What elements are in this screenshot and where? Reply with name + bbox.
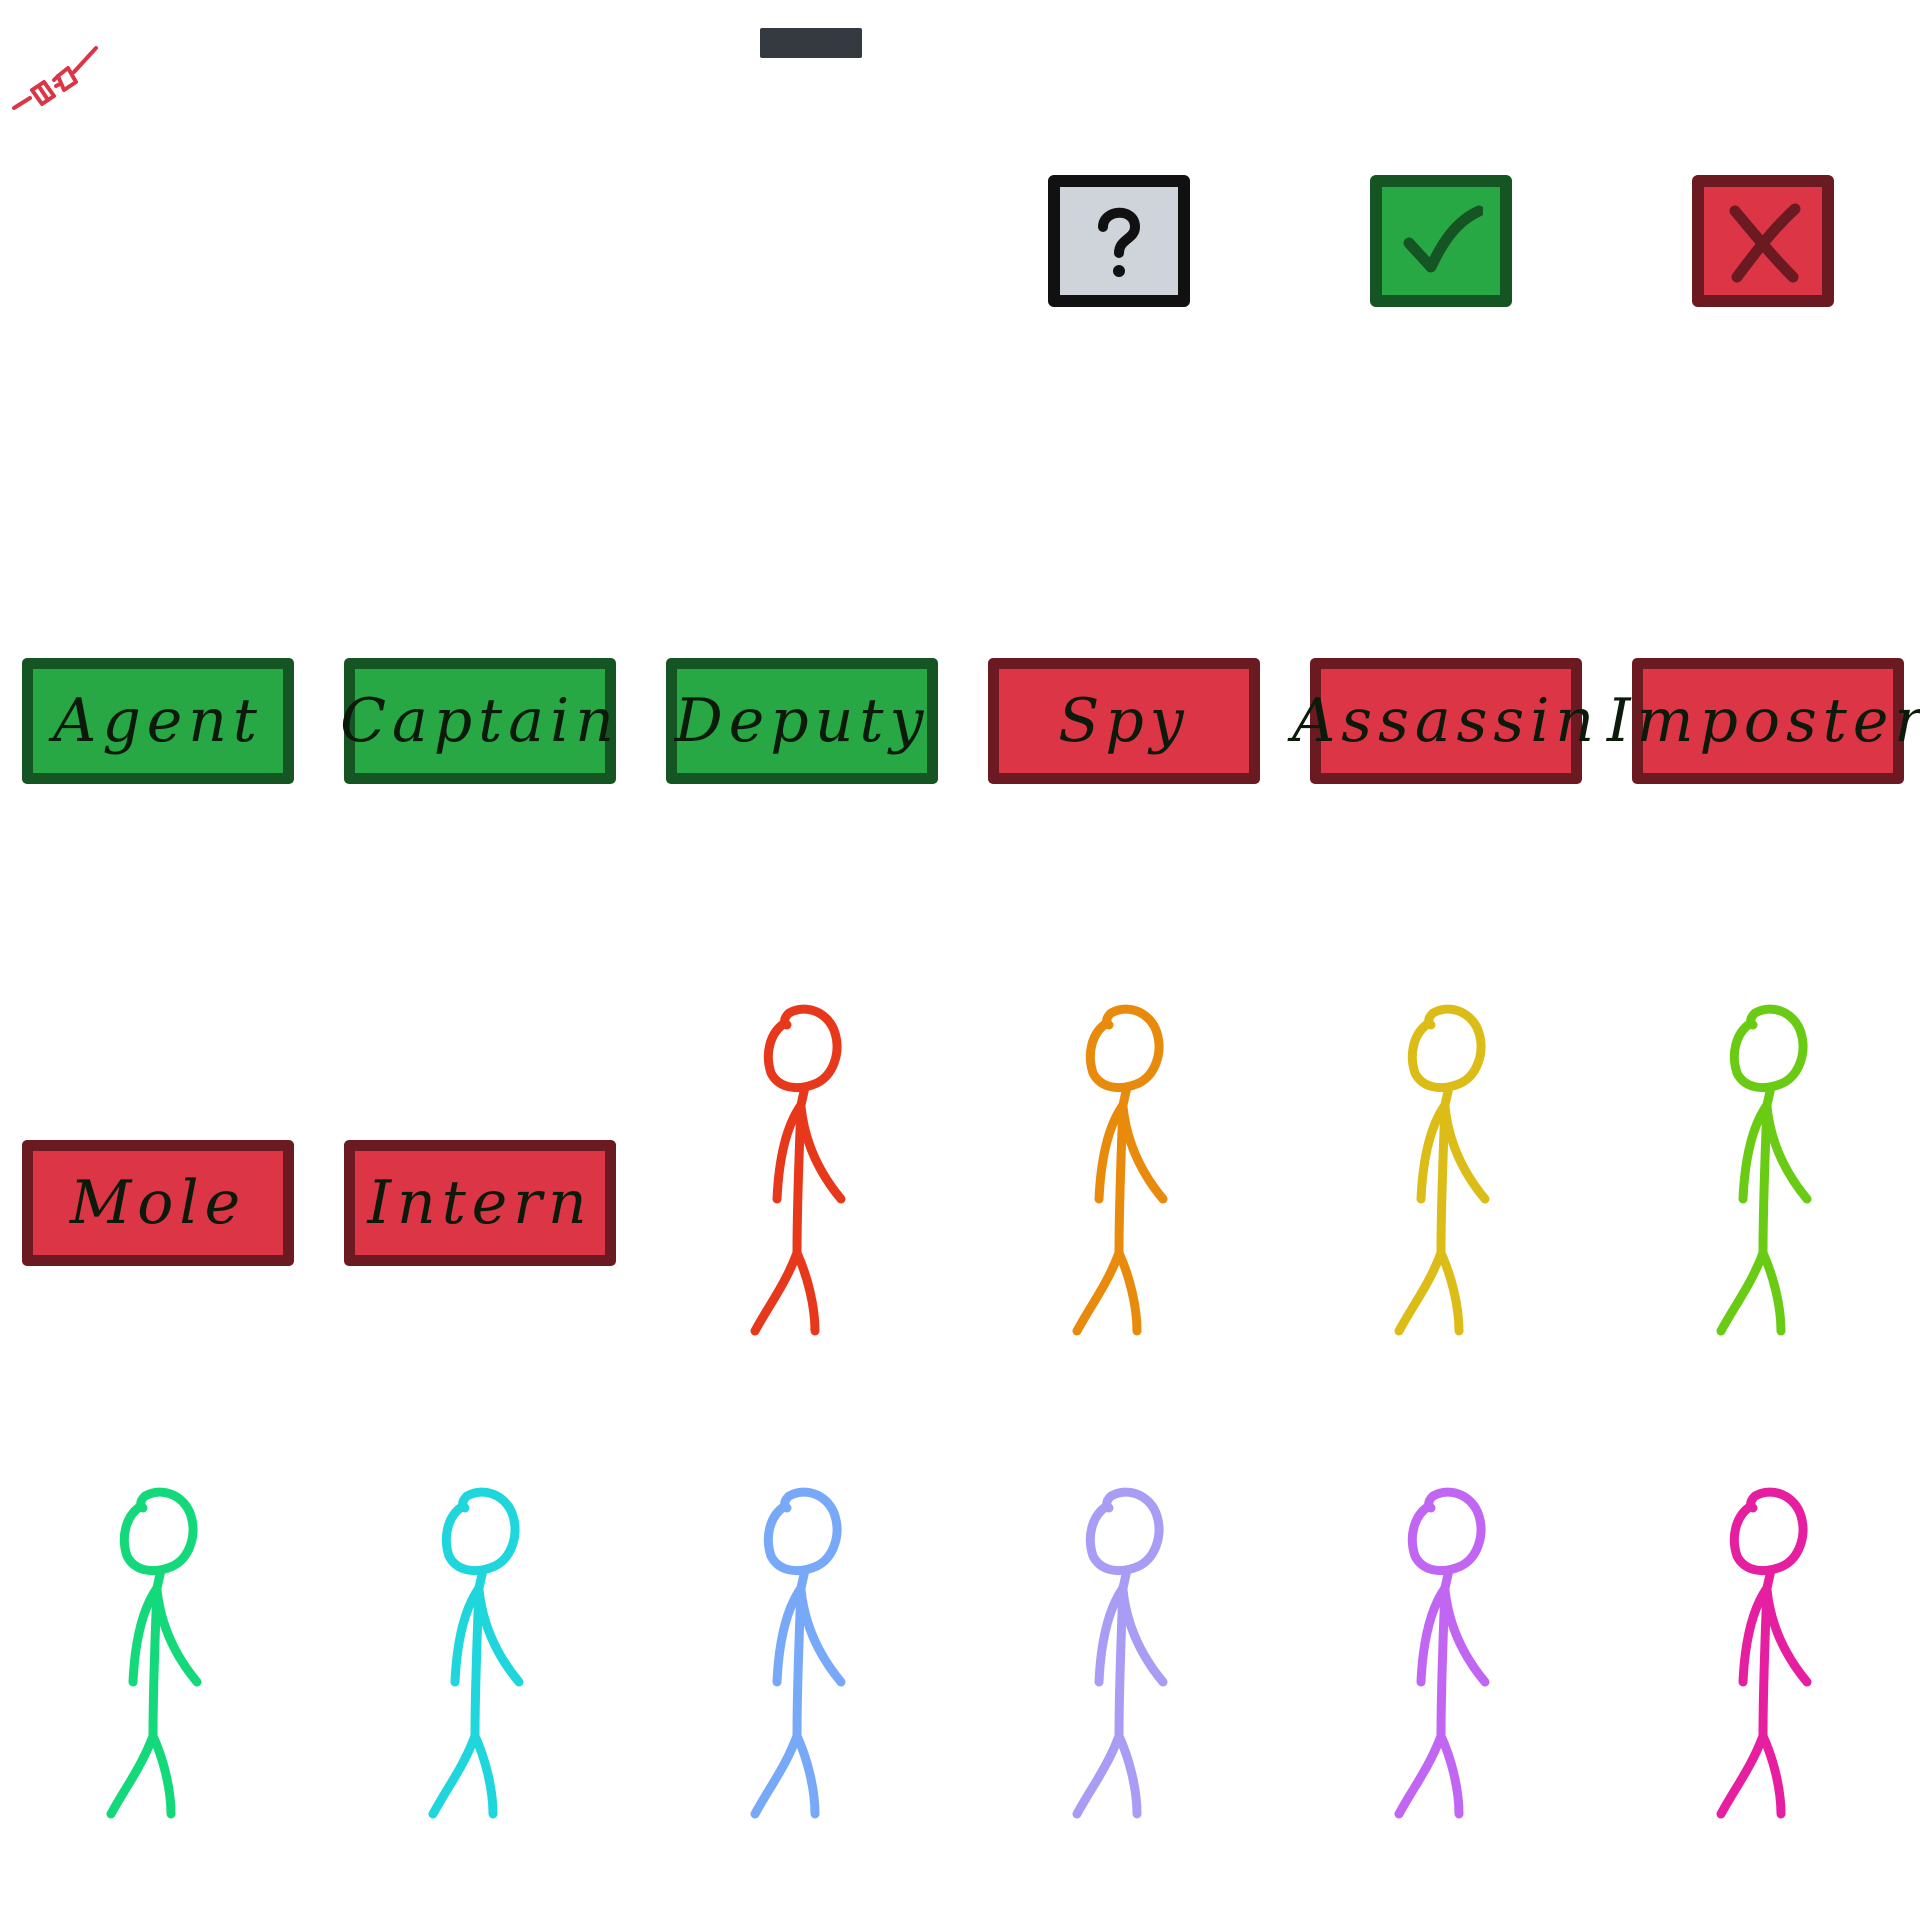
role-button-deputy[interactable]: Deputy bbox=[666, 658, 938, 784]
role-button-captain[interactable]: Captain bbox=[340, 658, 616, 784]
player-figure[interactable] bbox=[403, 1468, 543, 1868]
x-icon bbox=[1729, 203, 1801, 283]
checkmark-icon bbox=[1403, 205, 1483, 273]
player-figure[interactable] bbox=[1691, 985, 1831, 1385]
role-label: Intern bbox=[367, 1168, 593, 1238]
role-button-intern[interactable]: Intern bbox=[344, 1140, 616, 1266]
player-figure[interactable] bbox=[1047, 985, 1187, 1385]
player-figure[interactable] bbox=[1691, 1468, 1831, 1868]
role-label: Deputy bbox=[674, 686, 930, 756]
player-figure[interactable] bbox=[725, 985, 865, 1385]
player-figure[interactable] bbox=[81, 1468, 221, 1868]
question-mark-icon bbox=[1098, 207, 1141, 277]
role-label: Agent bbox=[53, 686, 263, 756]
role-button-assassin[interactable]: Assassin bbox=[1292, 658, 1594, 784]
confirm-button[interactable] bbox=[1370, 175, 1512, 307]
role-label: Assassin bbox=[1291, 686, 1601, 756]
role-label: Spy bbox=[1058, 686, 1190, 756]
disconnected-plug-icon bbox=[12, 46, 98, 110]
help-button[interactable] bbox=[1048, 175, 1190, 307]
cancel-button[interactable] bbox=[1692, 175, 1834, 307]
top-handle-bar bbox=[760, 28, 862, 58]
role-button-imposter[interactable]: Imposter bbox=[1607, 658, 1920, 784]
role-label: Mole bbox=[69, 1168, 247, 1238]
player-figure[interactable] bbox=[1369, 1468, 1509, 1868]
role-button-spy[interactable]: Spy bbox=[988, 658, 1260, 784]
role-label: Captain bbox=[340, 686, 620, 756]
role-button-mole[interactable]: Mole bbox=[22, 1140, 294, 1266]
role-label: Imposter bbox=[1606, 686, 1920, 756]
player-figure[interactable] bbox=[1369, 985, 1509, 1385]
player-figure[interactable] bbox=[1047, 1468, 1187, 1868]
player-figure[interactable] bbox=[725, 1468, 865, 1868]
role-button-agent[interactable]: Agent bbox=[22, 658, 294, 784]
